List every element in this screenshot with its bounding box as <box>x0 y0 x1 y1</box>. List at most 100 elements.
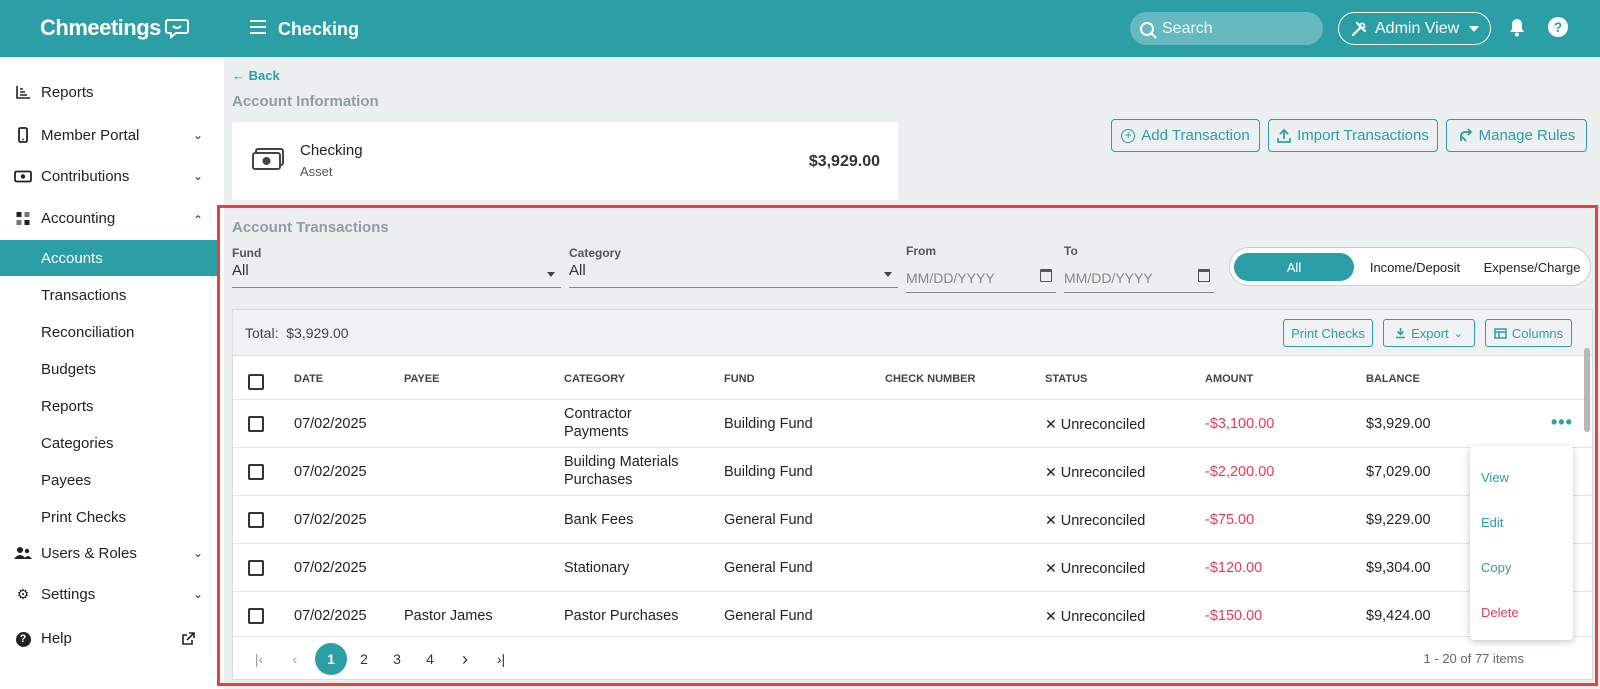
chevron-down-icon: ⌄ <box>193 169 204 183</box>
row-actions-menu: View Edit Copy Delete <box>1470 446 1573 640</box>
category-select[interactable]: All <box>569 262 898 288</box>
sidebar-sub-accounts[interactable]: Accounts <box>0 240 218 276</box>
ellipsis-icon[interactable]: ••• <box>1551 412 1573 433</box>
table-row[interactable]: 07/02/2025 Stationary General Fund ✕ Unre… <box>233 543 1592 591</box>
table-row[interactable]: 07/02/2025 Bank Fees General Fund ✕ Unrec… <box>233 495 1592 543</box>
print-checks-button[interactable]: Print Checks <box>1283 319 1373 347</box>
search-input[interactable] <box>1162 19 1302 38</box>
calendar-icon[interactable] <box>1198 269 1210 282</box>
from-label: From <box>906 244 936 258</box>
cell-category: Contractor Payments <box>564 406 632 440</box>
next-page-icon[interactable]: › <box>449 643 481 675</box>
cash-icon <box>252 148 284 170</box>
sidebar-sub-print-checks[interactable]: Print Checks <box>0 499 218 535</box>
type-option-all[interactable]: All <box>1234 253 1354 281</box>
col-header-category[interactable]: CATEGORY <box>564 373 625 385</box>
search-box[interactable] <box>1130 12 1323 45</box>
sidebar-sub-payees[interactable]: Payees <box>0 462 218 498</box>
admin-view-button[interactable]: Admin View <box>1338 12 1491 45</box>
col-header-balance[interactable]: BALANCE <box>1366 373 1420 385</box>
import-transactions-button[interactable]: Import Transactions <box>1268 119 1438 152</box>
type-option-income[interactable]: Income/Deposit <box>1358 253 1472 281</box>
table-row[interactable]: 07/02/2025 Building Materials Purchases … <box>233 447 1592 495</box>
manage-rules-button[interactable]: Manage Rules <box>1446 119 1587 152</box>
row-checkbox[interactable] <box>248 560 264 576</box>
menu-item-copy[interactable]: Copy <box>1481 560 1511 575</box>
add-transaction-button[interactable]: + Add Transaction <box>1111 119 1260 152</box>
help-icon[interactable]: ? <box>1548 17 1568 37</box>
sidebar-sub-label: Payees <box>41 471 92 489</box>
plus-circle-icon: + <box>1121 128 1136 143</box>
total-label: Total: <box>245 325 279 341</box>
cell-balance: $3,929.00 <box>1366 416 1431 432</box>
col-header-check-number[interactable]: CHECK NUMBER <box>885 373 975 385</box>
menu-icon[interactable] <box>250 17 268 37</box>
col-header-status[interactable]: STATUS <box>1045 373 1087 385</box>
calendar-icon[interactable] <box>1040 269 1052 282</box>
menu-item-view[interactable]: View <box>1481 470 1509 485</box>
sidebar-item-contributions[interactable]: Contributions ⌄ <box>0 157 218 195</box>
sidebar-item-reports[interactable]: Reports <box>0 73 218 111</box>
col-header-amount[interactable]: AMOUNT <box>1205 373 1253 385</box>
chevron-down-icon: ⌄ <box>193 587 204 601</box>
row-checkbox[interactable] <box>248 608 264 624</box>
back-label: Back <box>248 68 280 83</box>
caret-down-icon <box>547 272 555 277</box>
col-header-date[interactable]: DATE <box>294 373 323 385</box>
columns-button[interactable]: Columns <box>1485 319 1572 347</box>
sidebar-item-users-roles[interactable]: Users & Roles ⌄ <box>0 534 218 572</box>
sidebar-sub-budgets[interactable]: Budgets <box>0 351 218 387</box>
menu-item-delete[interactable]: Delete <box>1481 605 1519 620</box>
sidebar-sub-label: Accounts <box>41 249 103 267</box>
category-value: All <box>569 262 586 279</box>
row-checkbox[interactable] <box>248 416 264 432</box>
sidebar-item-member-portal[interactable]: Member Portal ⌄ <box>0 116 218 154</box>
page-button[interactable]: 2 <box>348 643 380 675</box>
fund-select[interactable]: All <box>232 262 561 288</box>
page-button[interactable]: 1 <box>315 643 347 675</box>
download-icon <box>1396 328 1406 339</box>
page-button[interactable]: 4 <box>414 643 446 675</box>
select-all-checkbox[interactable] <box>248 374 264 390</box>
from-date-input[interactable]: MM/DD/YYYY <box>906 263 1056 293</box>
back-link[interactable]: ← Back <box>232 68 280 83</box>
sidebar-sub-categories[interactable]: Categories <box>0 425 218 461</box>
export-button[interactable]: Export ⌄ <box>1383 319 1475 347</box>
sidebar-item-label: Help <box>41 629 72 647</box>
table-row[interactable]: 07/02/2025 Contractor Payments Building … <box>233 399 1592 447</box>
sidebar-item-settings[interactable]: ⚙ Settings ⌄ <box>0 575 218 613</box>
col-header-payee[interactable]: PAYEE <box>404 373 439 385</box>
sidebar-item-accounting[interactable]: Accounting ⌃ <box>0 199 218 237</box>
table-scrollbar[interactable] <box>1584 348 1590 432</box>
sidebar-sub-reports[interactable]: Reports <box>0 388 218 424</box>
prev-page-icon[interactable]: ‹ <box>279 643 311 675</box>
col-header-fund[interactable]: FUND <box>724 373 755 385</box>
account-info-title: Account Information <box>232 93 379 110</box>
table-row[interactable]: 07/02/2025 Pastor James Pastor Purchases… <box>233 591 1592 636</box>
rules-icon <box>1459 128 1472 142</box>
cell-category: Building Materials Purchases <box>564 454 679 488</box>
sidebar-sub-reconciliation[interactable]: Reconciliation <box>0 314 218 350</box>
top-bar: Chmeetings Checking Admin View ? <box>0 0 1600 57</box>
row-checkbox[interactable] <box>248 464 264 480</box>
type-option-expense[interactable]: Expense/Charge <box>1476 253 1588 281</box>
pagination: |‹ ‹ 1 2 3 4 › ›| 1 - 20 of 77 items <box>233 636 1592 680</box>
logo-text: Chmeetings <box>40 15 161 40</box>
app-logo[interactable]: Chmeetings <box>40 15 189 41</box>
bell-icon[interactable] <box>1508 17 1526 37</box>
sidebar-sub-transactions[interactable]: Transactions <box>0 277 218 313</box>
status-text: Unreconciled <box>1060 513 1146 529</box>
menu-item-edit[interactable]: Edit <box>1481 515 1503 530</box>
cell-fund: General Fund <box>724 512 813 528</box>
chevron-down-icon: ⌄ <box>193 546 204 560</box>
last-page-icon[interactable]: ›| <box>485 643 517 675</box>
page-button[interactable]: 3 <box>381 643 413 675</box>
chevron-down-icon: ⌄ <box>1453 327 1463 340</box>
sidebar-item-help[interactable]: ? Help <box>0 619 218 657</box>
status-text: Unreconciled <box>1060 417 1146 433</box>
to-date-input[interactable]: MM/DD/YYYY <box>1064 263 1214 293</box>
close-icon: ✕ <box>1045 464 1057 480</box>
account-card: Checking Asset $3,929.00 <box>232 122 898 200</box>
row-checkbox[interactable] <box>248 512 264 528</box>
first-page-icon[interactable]: |‹ <box>243 643 275 675</box>
